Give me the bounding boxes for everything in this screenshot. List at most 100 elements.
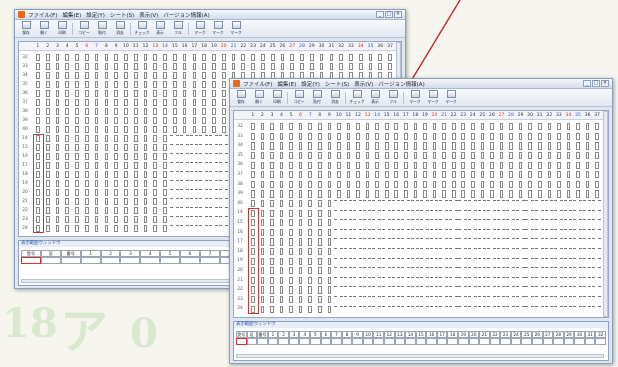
mark-cell[interactable] (358, 54, 363, 61)
panel-cell[interactable]: 14 (405, 331, 416, 338)
mark-cell[interactable] (84, 63, 89, 70)
mark-cell[interactable] (209, 144, 218, 149)
mark-cell[interactable] (209, 135, 218, 140)
mark-cell[interactable] (65, 108, 70, 115)
mark-cell[interactable] (477, 209, 487, 215)
mark-cell[interactable] (298, 123, 303, 131)
mark-cell[interactable] (337, 142, 341, 150)
mark-cell[interactable] (199, 180, 209, 185)
mark-cell[interactable] (547, 151, 552, 160)
mark-cell[interactable] (270, 142, 274, 150)
mark-cell[interactable] (104, 81, 109, 88)
mark-cell[interactable] (94, 72, 99, 79)
mark-cell[interactable] (45, 180, 50, 187)
mark-cell[interactable] (169, 135, 179, 140)
mark-cell[interactable] (182, 99, 187, 106)
mark-cell[interactable] (401, 295, 410, 301)
mark-cell[interactable] (192, 117, 197, 124)
panel-cell[interactable]: 2 (278, 331, 289, 338)
mark-cell[interactable] (477, 295, 487, 301)
panel-cell[interactable]: 3 (120, 250, 141, 257)
mark-cell[interactable] (337, 190, 341, 198)
mark-cell[interactable] (544, 257, 554, 263)
mark-cell[interactable] (592, 228, 602, 234)
mark-cell[interactable] (554, 286, 563, 291)
mark-cell[interactable] (202, 108, 207, 115)
mark-cell[interactable] (372, 276, 381, 282)
mark-cell[interactable] (163, 144, 167, 151)
mark-cell[interactable] (179, 225, 189, 230)
mark-cell[interactable] (582, 276, 592, 282)
mark-cell[interactable] (114, 126, 118, 133)
mark-sheet-grid[interactable]: 1 2 3 4 5 6 7 8 9 10 11 12 13 14 15 16 17 18 19 20 21 22 23 24 2… (233, 110, 609, 318)
mark-cell[interactable] (298, 286, 303, 294)
mark-cell[interactable] (289, 276, 293, 285)
mark-cell[interactable] (45, 171, 50, 178)
mark-cell[interactable] (221, 72, 226, 79)
mark-cell[interactable] (202, 126, 207, 133)
mark-cell[interactable] (84, 135, 89, 142)
mark-cell[interactable] (298, 151, 303, 160)
mark-cell[interactable] (362, 247, 372, 253)
mark-cell[interactable] (557, 180, 561, 189)
panel-cell[interactable] (521, 338, 532, 345)
mark-cell[interactable] (65, 189, 70, 196)
mark-cell[interactable] (496, 305, 506, 311)
mark-cell[interactable] (308, 199, 312, 208)
mark-cell[interactable] (334, 305, 343, 311)
mark-cell[interactable] (250, 142, 255, 150)
mark-cell[interactable] (279, 267, 284, 275)
mark-cell[interactable] (94, 99, 99, 106)
mark-cell[interactable] (487, 295, 496, 301)
mark-cell[interactable] (124, 216, 128, 223)
menu-sheet[interactable]: シート(S) (110, 11, 134, 19)
mark-cell[interactable] (133, 126, 138, 133)
mark-cell[interactable] (55, 72, 60, 79)
mark-cell[interactable] (65, 81, 70, 88)
mark-cell[interactable] (525, 286, 535, 291)
mark-cell[interactable] (260, 247, 265, 256)
mark-cell[interactable] (212, 72, 216, 79)
mark-cell[interactable] (153, 225, 158, 232)
mark-cell[interactable] (55, 90, 60, 97)
mark-cell[interactable] (218, 225, 228, 230)
mark-cell[interactable] (334, 199, 343, 205)
mark-cell[interactable] (261, 63, 265, 70)
mark-cell[interactable] (270, 286, 274, 294)
mark-cell[interactable] (75, 126, 79, 133)
mark-cell[interactable] (468, 286, 477, 291)
mark-cell[interactable] (576, 142, 580, 150)
mark-cell[interactable] (358, 63, 363, 70)
mark-cell[interactable] (346, 161, 351, 169)
tb-mark3-button[interactable]: マーク (228, 21, 244, 36)
mark-cell[interactable] (557, 132, 561, 141)
mark-cell[interactable] (199, 171, 209, 176)
mark-cell[interactable] (279, 142, 284, 150)
mark-cell[interactable] (94, 126, 99, 133)
mark-cell[interactable] (192, 72, 197, 79)
mark-cell[interactable] (554, 276, 563, 282)
mark-cell[interactable] (279, 123, 284, 131)
mark-cell[interactable] (429, 257, 439, 263)
mark-cell[interactable] (114, 117, 118, 124)
panel-cell[interactable] (320, 338, 332, 345)
mark-cell[interactable] (420, 209, 429, 215)
mark-cell[interactable] (114, 189, 118, 196)
mark-cell[interactable] (279, 228, 284, 237)
mark-cell[interactable] (173, 117, 177, 124)
mark-cell[interactable] (163, 72, 167, 79)
mark-cell[interactable] (221, 126, 226, 133)
mark-cell[interactable] (327, 238, 332, 246)
mark-cell[interactable] (429, 247, 439, 253)
mark-cell[interactable] (477, 305, 487, 311)
mark-cell[interactable] (143, 162, 148, 169)
mark-cell[interactable] (143, 117, 148, 124)
mark-cell[interactable] (535, 286, 544, 291)
mark-cell[interactable] (585, 123, 590, 131)
mark-cell[interactable] (65, 180, 70, 187)
panel-cell[interactable]: 31 (584, 331, 596, 338)
mark-cell[interactable] (404, 151, 408, 160)
panel-cell[interactable]: 区 (246, 331, 258, 338)
mark-cell[interactable] (298, 305, 303, 313)
mark-cell[interactable] (458, 247, 468, 253)
